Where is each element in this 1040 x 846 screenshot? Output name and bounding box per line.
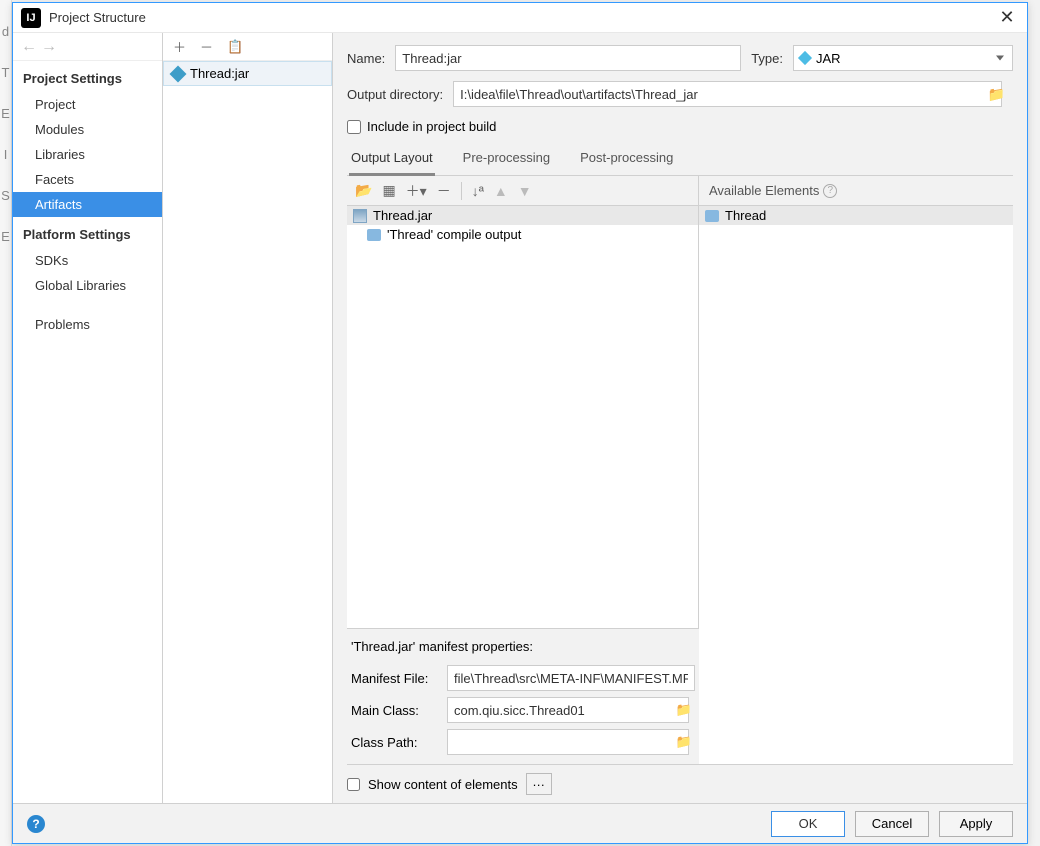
- sidebar-item-global-libraries[interactable]: Global Libraries: [13, 273, 162, 298]
- tab-pre-processing[interactable]: Pre-processing: [461, 144, 552, 175]
- output-tree[interactable]: Thread.jar 'Thread' compile output: [347, 206, 698, 628]
- layout-tabs: Output Layout Pre-processing Post-proces…: [347, 144, 1013, 176]
- tree-child-label: 'Thread' compile output: [387, 227, 521, 242]
- artifact-list-item[interactable]: Thread:jar: [163, 61, 332, 86]
- available-elements-title: Available Elements ?: [699, 176, 1013, 206]
- sort-icon[interactable]: ↓ª: [472, 183, 484, 199]
- sidebar-item-problems[interactable]: Problems: [13, 312, 162, 337]
- include-in-build-checkbox[interactable]: [347, 120, 361, 134]
- browse-class-icon[interactable]: 📁: [673, 702, 695, 718]
- archive-icon: [353, 209, 367, 223]
- close-button[interactable]: ✕: [987, 7, 1027, 28]
- nav-back-icon[interactable]: ←: [21, 38, 37, 56]
- browse-classpath-icon[interactable]: 📁: [673, 734, 695, 750]
- strip-char: S: [1, 188, 10, 203]
- artifact-editor: Name: Type: JAR Output directory: 📁 Incl…: [333, 33, 1027, 803]
- module-icon: [705, 210, 719, 222]
- browse-folder-icon[interactable]: 📁: [988, 86, 1005, 103]
- help-button[interactable]: ?: [27, 815, 45, 833]
- sidebar-item-project[interactable]: Project: [13, 92, 162, 117]
- main-class-label: Main Class:: [351, 703, 439, 718]
- tab-post-processing[interactable]: Post-processing: [578, 144, 675, 175]
- sidebar-item-sdks[interactable]: SDKs: [13, 248, 162, 273]
- add-artifact-icon[interactable]: ＋: [173, 37, 186, 56]
- app-logo-icon: IJ: [21, 8, 41, 28]
- tree-root-label: Thread.jar: [373, 208, 432, 223]
- strip-char: E: [1, 229, 10, 244]
- background-strip: d T E I S E: [0, 0, 12, 846]
- ellipsis-button[interactable]: …: [526, 773, 552, 795]
- type-label: Type:: [751, 51, 783, 66]
- available-elements-list[interactable]: Thread: [699, 206, 1013, 764]
- jar-icon: [798, 51, 812, 65]
- classpath-label: Class Path:: [351, 735, 439, 750]
- strip-char: E: [1, 106, 10, 121]
- tab-output-layout[interactable]: Output Layout: [349, 144, 435, 176]
- output-dir-label: Output directory:: [347, 87, 443, 102]
- dialog-body: ← → Project Settings Project Modules Lib…: [13, 33, 1027, 803]
- new-folder-icon[interactable]: 📂: [355, 182, 372, 199]
- sidebar: ← → Project Settings Project Modules Lib…: [13, 33, 163, 803]
- manifest-file-label: Manifest File:: [351, 671, 439, 686]
- remove-artifact-icon[interactable]: －: [200, 37, 213, 56]
- artifact-list-item-label: Thread:jar: [190, 66, 249, 81]
- artifact-type-select[interactable]: JAR: [793, 45, 1013, 71]
- classpath-input[interactable]: [447, 729, 689, 755]
- strip-char: I: [4, 147, 8, 162]
- add-copy-icon[interactable]: ＋▾: [406, 181, 427, 201]
- artifact-list-toolbar: ＋ － 📋: [163, 33, 332, 61]
- dialog-footer: ? OK Cancel Apply: [13, 803, 1027, 843]
- artifact-list-panel: ＋ － 📋 Thread:jar: [163, 33, 333, 803]
- artifact-type-value: JAR: [816, 51, 841, 66]
- available-elements-pane: Available Elements ? Thread: [699, 176, 1013, 764]
- copy-artifact-icon[interactable]: 📋: [227, 39, 243, 55]
- window-title: Project Structure: [49, 10, 987, 25]
- sidebar-nav: ← →: [13, 33, 162, 61]
- remove-icon[interactable]: －: [437, 181, 451, 201]
- sidebar-section-project: Project Settings: [13, 61, 162, 92]
- sidebar-item-facets[interactable]: Facets: [13, 167, 162, 192]
- jar-icon: [170, 65, 187, 82]
- tree-child-row[interactable]: 'Thread' compile output: [347, 225, 698, 244]
- move-down-icon[interactable]: ▼: [518, 183, 532, 199]
- artifact-name-input[interactable]: [395, 45, 741, 71]
- ok-button[interactable]: OK: [771, 811, 845, 837]
- available-element-item[interactable]: Thread: [699, 206, 1013, 225]
- nav-forward-icon[interactable]: →: [41, 38, 57, 56]
- output-layout-area: 📂 ▦ ＋▾ － ↓ª ▲ ▼ Thread.jar: [347, 176, 1013, 764]
- folder-icon: [367, 229, 381, 241]
- dialog-window: IJ Project Structure ✕ ← → Project Setti…: [12, 2, 1028, 844]
- manifest-panel: 'Thread.jar' manifest properties: Manife…: [347, 628, 699, 764]
- show-contents-row: Show content of elements …: [347, 764, 1013, 803]
- show-contents-checkbox[interactable]: [347, 778, 360, 791]
- sidebar-section-platform: Platform Settings: [13, 217, 162, 248]
- sidebar-item-modules[interactable]: Modules: [13, 117, 162, 142]
- output-directory-input[interactable]: [453, 81, 1001, 107]
- include-in-build-label: Include in project build: [367, 119, 496, 134]
- manifest-file-input[interactable]: [447, 665, 695, 691]
- name-label: Name:: [347, 51, 385, 66]
- strip-char: d: [2, 24, 9, 39]
- new-directory-icon[interactable]: ▦: [382, 182, 395, 199]
- help-icon[interactable]: ?: [823, 184, 837, 198]
- sidebar-item-libraries[interactable]: Libraries: [13, 142, 162, 167]
- include-in-build-row: Include in project build: [347, 117, 1013, 136]
- show-contents-label: Show content of elements: [368, 777, 518, 792]
- sidebar-item-artifacts[interactable]: Artifacts: [13, 192, 162, 217]
- strip-char: T: [2, 65, 10, 80]
- available-element-label: Thread: [725, 208, 766, 223]
- main-class-input[interactable]: [447, 697, 689, 723]
- manifest-title: 'Thread.jar' manifest properties:: [347, 637, 699, 662]
- apply-button[interactable]: Apply: [939, 811, 1013, 837]
- output-toolbar: 📂 ▦ ＋▾ － ↓ª ▲ ▼: [347, 176, 698, 206]
- titlebar: IJ Project Structure ✕: [13, 3, 1027, 33]
- cancel-button[interactable]: Cancel: [855, 811, 929, 837]
- move-up-icon[interactable]: ▲: [494, 183, 508, 199]
- output-tree-pane: 📂 ▦ ＋▾ － ↓ª ▲ ▼ Thread.jar: [347, 176, 699, 764]
- tree-root-row[interactable]: Thread.jar: [347, 206, 698, 225]
